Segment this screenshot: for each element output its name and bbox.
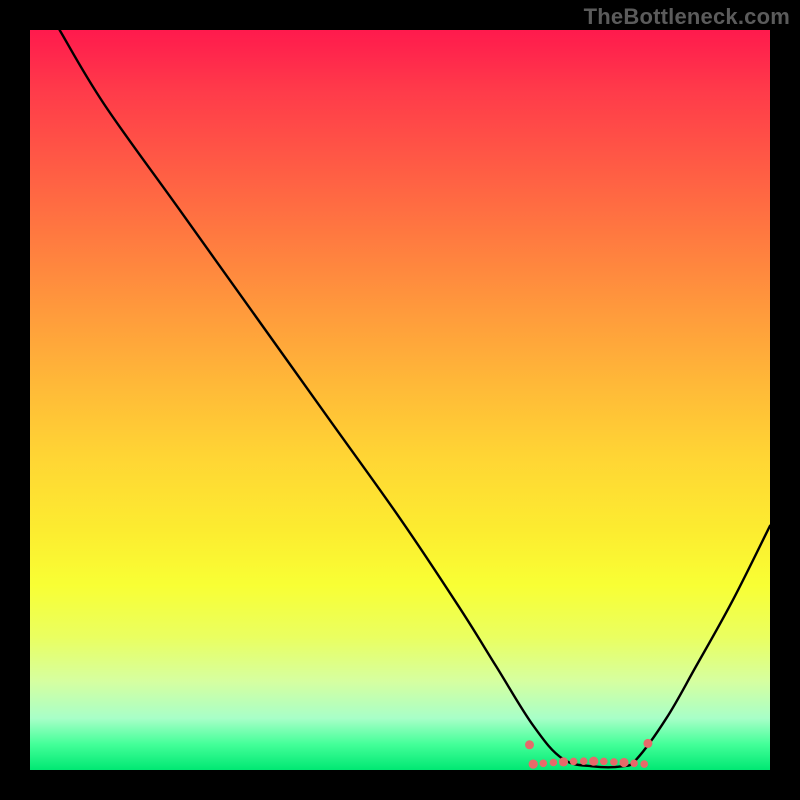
optimal-marker-dot <box>570 758 578 766</box>
optimal-marker-dot <box>559 757 568 766</box>
optimal-marker-dot <box>630 760 638 768</box>
plot-area <box>30 30 770 770</box>
optimal-marker-dot <box>619 758 628 767</box>
optimal-marker-dot <box>640 760 648 768</box>
optimal-marker-dot <box>550 759 558 767</box>
watermark-text: TheBottleneck.com <box>584 4 790 30</box>
optimal-marker-dot <box>525 740 534 749</box>
optimal-marker-dot <box>610 758 618 766</box>
optimal-marker-dot <box>580 757 588 765</box>
optimal-marker-dot <box>589 757 598 766</box>
optimal-marker-dot <box>600 758 608 766</box>
chart-frame: TheBottleneck.com <box>0 0 800 800</box>
curve-path <box>60 30 770 767</box>
optimal-markers <box>525 739 652 769</box>
optimal-marker-dot <box>529 760 538 769</box>
bottleneck-curve <box>30 30 770 770</box>
optimal-marker-dot <box>643 739 652 748</box>
optimal-marker-dot <box>540 760 548 768</box>
